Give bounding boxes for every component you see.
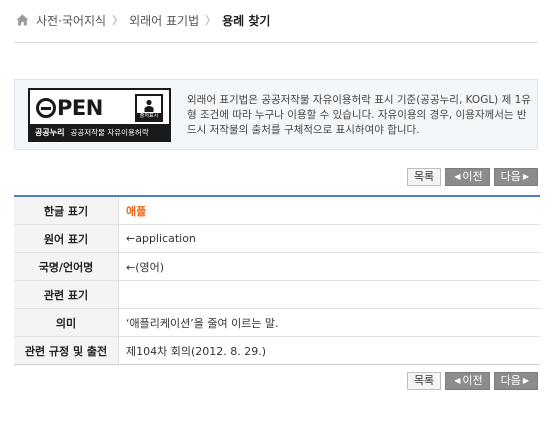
- breadcrumb-separator: 〉: [112, 14, 124, 27]
- chevron-right-icon: ▶: [522, 376, 529, 385]
- prev-button-label: 이전: [462, 170, 483, 183]
- open-o-mark: [36, 98, 56, 118]
- row-value-related: [118, 280, 540, 309]
- table-row: 관련 표기: [14, 280, 540, 309]
- list-button[interactable]: 목록: [406, 168, 442, 186]
- pagination-buttons-bottom: 목록 ◀ 이전 다음 ▶: [406, 372, 538, 390]
- person-icon: [144, 99, 154, 112]
- chevron-left-icon: ◀: [454, 376, 461, 385]
- open-logo: PEN: [36, 96, 121, 120]
- row-label-language: 국명/언어명: [14, 252, 119, 281]
- badge-footer: 공공누리 공공저작물 자유이용허락: [30, 124, 169, 140]
- row-label-source: 관련 규정 및 출전: [14, 336, 119, 365]
- breadcrumb-current: 용례 찾기: [222, 13, 271, 28]
- chevron-right-icon: ▶: [522, 172, 529, 181]
- next-button-label: 다음: [500, 374, 521, 387]
- list-button[interactable]: 목록: [406, 372, 442, 390]
- next-button[interactable]: 다음 ▶: [493, 372, 538, 390]
- open-logo-text: PEN: [57, 96, 103, 120]
- row-value-source: 제104차 회의(2012. 8. 29.): [118, 336, 540, 365]
- breadcrumb-separator: 〉: [205, 14, 217, 27]
- table-row: 국명/언어명 ←(영어): [14, 252, 540, 281]
- table-row: 원어 표기 ←application: [14, 224, 540, 253]
- chevron-left-icon: ◀: [454, 172, 461, 181]
- row-value-language: ←(영어): [118, 252, 540, 281]
- license-description: 외래어 표기법은 공공저작물 자유이용허락 표시 기준(공공누리, KOGL) …: [187, 94, 531, 136]
- attribution-icon: 출처표시: [135, 94, 163, 122]
- breadcrumb-item-loanword-rules[interactable]: 외래어 표기법: [129, 12, 199, 29]
- table-row: 관련 규정 및 출전 제104차 회의(2012. 8. 29.): [14, 336, 540, 365]
- row-label-original: 원어 표기: [14, 224, 119, 253]
- table-row: 의미 ‘애플리케이션’을 줄여 이르는 말.: [14, 308, 540, 337]
- prev-button[interactable]: ◀ 이전: [445, 372, 490, 390]
- next-button[interactable]: 다음 ▶: [493, 168, 538, 186]
- license-notice: PEN 출처표시 공공누리 공공저작물 자유이용허락 외래어 표기법은 공공저작…: [14, 79, 538, 150]
- row-value-original: ←application: [118, 224, 540, 253]
- next-button-label: 다음: [500, 170, 521, 183]
- row-value-hangul: 애플: [118, 197, 540, 225]
- loanword-detail-table: 한글 표기 애플 원어 표기 ←application 국명/언어명 ←(영어)…: [14, 197, 540, 365]
- table-row: 한글 표기 애플: [14, 197, 540, 225]
- home-icon[interactable]: [16, 14, 29, 26]
- badge-footer-sub: 공공저작물 자유이용허락: [70, 127, 149, 137]
- row-label-hangul: 한글 표기: [14, 197, 119, 225]
- header-divider: [14, 42, 538, 43]
- breadcrumb-item-dictionary[interactable]: 사전·국어지식: [36, 12, 106, 29]
- breadcrumb: 사전·국어지식 〉 외래어 표기법 〉 용례 찾기: [16, 10, 270, 30]
- prev-button-label: 이전: [462, 374, 483, 387]
- attribution-label: 출처표시: [137, 113, 161, 120]
- prev-button[interactable]: ◀ 이전: [445, 168, 490, 186]
- row-label-meaning: 의미: [14, 308, 119, 337]
- pagination-buttons-top: 목록 ◀ 이전 다음 ▶: [406, 168, 538, 186]
- row-value-meaning: ‘애플리케이션’을 줄여 이르는 말.: [118, 308, 540, 337]
- badge-footer-main: 공공누리: [35, 127, 65, 137]
- row-label-related: 관련 표기: [14, 280, 119, 309]
- kogl-license-badge[interactable]: PEN 출처표시 공공누리 공공저작물 자유이용허락: [28, 88, 171, 142]
